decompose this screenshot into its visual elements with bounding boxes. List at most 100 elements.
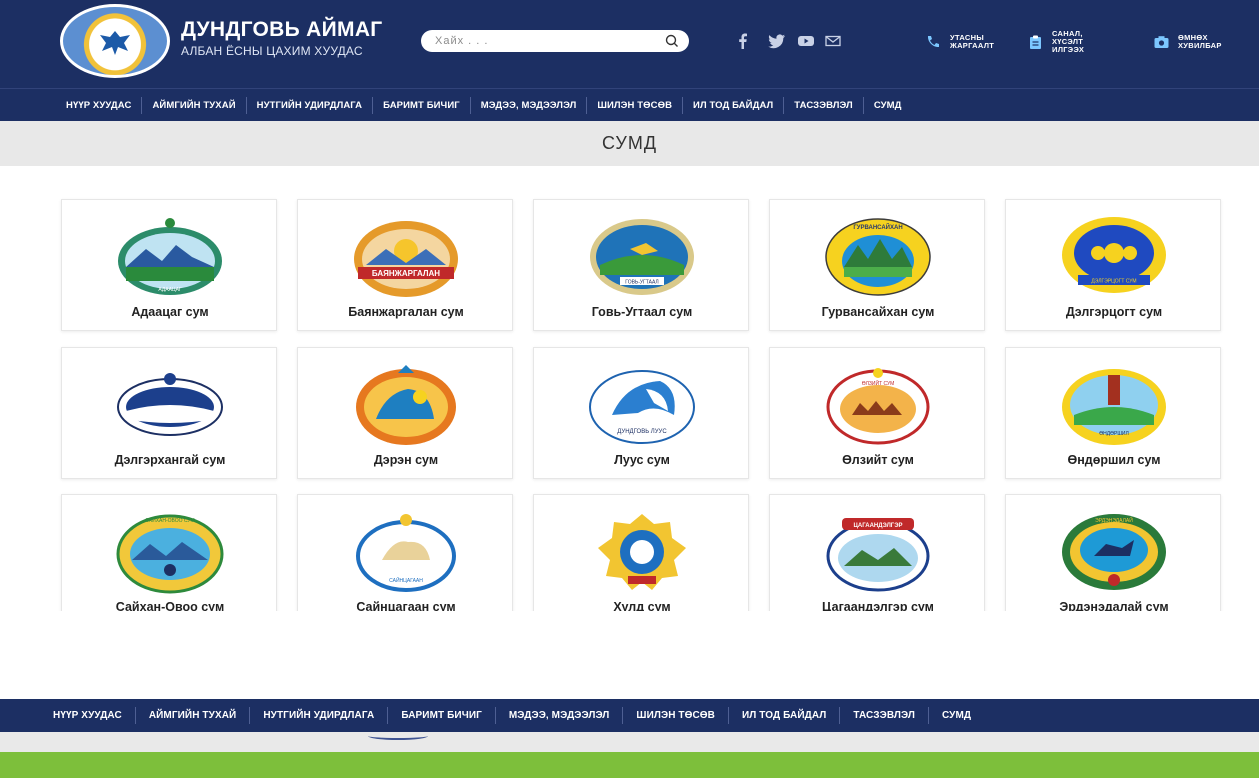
nav-item-glass-budget[interactable]: ШИЛЭН ТӨСӨВ — [587, 96, 684, 114]
sum-name: Дэлгэрхангай сум — [114, 453, 226, 467]
footer-nav-item-local-government[interactable]: НУТГИЙН УДИРДЛАГА — [250, 707, 389, 724]
footer-nav-item-news[interactable]: МЭДЭЭ, МЭДЭЭЛЭЛ — [496, 707, 624, 724]
khuld-emblem-icon — [598, 514, 686, 590]
delgertsogt-emblem-icon: ДЭЛГЭРЦОГТ СУМ — [1062, 217, 1166, 293]
erdenedalai-emblem-text: ЭРДЭНЭДАЛАЙ — [1095, 516, 1133, 524]
previous-version-link[interactable]: ӨМНӨХ ХУВИЛБАР — [1153, 27, 1226, 57]
footer-nav-item-transparency[interactable]: ИЛ ТОД БАЙДАЛ — [729, 707, 841, 724]
site-title: ДУНДГОВЬ АЙМАГ — [181, 18, 383, 41]
sum-card-erdenedalai[interactable]: ЭРДЭНЭДАЛАЙ Эрдэнэдалай сум — [1005, 494, 1221, 611]
mail-icon[interactable] — [825, 33, 841, 49]
sum-name: Хулд сум — [613, 600, 671, 611]
page: ДУНДГОВЬ АЙМАГ АЛБАН ЁСНЫ ЦАХИМ ХУУДАС У… — [0, 0, 1259, 778]
phone-link[interactable]: УТАСНЫ ЖАРГААЛТ — [925, 27, 1010, 57]
sum-name: Эрдэнэдалай сум — [1059, 600, 1169, 611]
govi-ugtaal-emblem-icon: ГОВЬ-УГТААЛ — [590, 219, 694, 295]
site-subtitle: АЛБАН ЁСНЫ ЦАХИМ ХУУДАС — [181, 44, 363, 58]
olziit-emblem-text: ӨЛЗИЙТ СУМ — [862, 379, 895, 387]
nav-item-announcements[interactable]: ТАСЗЭВЛЭЛ — [784, 96, 864, 114]
delgerkhangai-emblem-icon — [117, 373, 223, 436]
nav-item-local-government[interactable]: НУТГИЙН УДИРДЛАГА — [247, 96, 374, 114]
sum-card-saikhan-ovoo[interactable]: САЙХАН-ОВОО СУМ Сайхан-Овоо сум — [61, 494, 277, 611]
ondorshil-emblem-icon: ӨНДӨРШИЛ — [1062, 369, 1166, 445]
footer-nav-item-about[interactable]: АЙМГИЙН ТУХАЙ — [136, 707, 251, 724]
olziit-emblem-icon: ӨЛЗИЙТ СУМ — [826, 368, 930, 445]
deren-emblem-icon — [356, 365, 456, 445]
footer-nav-item-sums[interactable]: СУМД — [929, 707, 984, 724]
clipboard-icon — [1030, 35, 1041, 49]
sum-name: Луус сум — [614, 453, 670, 467]
sum-name: Өндөршил сум — [1067, 453, 1161, 467]
phone-icon — [927, 36, 939, 48]
ondorshil-emblem-text: ӨНДӨРШИЛ — [1099, 431, 1129, 437]
sum-card-deren[interactable]: Дэрэн сум — [297, 347, 513, 479]
saikhan-ovoo-emblem-text: САЙХАН-ОВОО СУМ — [145, 516, 194, 524]
twitter-icon[interactable] — [768, 33, 786, 49]
feedback-link[interactable]: САНАЛ, ХҮСЭЛТ ИЛГЭЭХ — [1027, 27, 1112, 57]
sum-card-govi-ugtaal[interactable]: ГОВЬ-УГТААЛ Говь-Угтаал сум — [533, 199, 749, 331]
search-input[interactable] — [435, 33, 655, 49]
sum-card-delgertsogt[interactable]: ДЭЛГЭРЦОГТ СУМ Дэлгэрцогт сум — [1005, 199, 1221, 331]
footer-gray-band — [0, 732, 1259, 752]
youtube-icon[interactable] — [797, 33, 815, 49]
footer-green-band — [0, 752, 1259, 778]
camera-icon — [1154, 36, 1169, 48]
sum-name: Говь-Угтаал сум — [591, 305, 693, 319]
facebook-icon[interactable] — [738, 33, 747, 49]
sum-card-tsagaandelger[interactable]: ЦАГААНДЭЛГЭР Цагаандэлгэр сум — [769, 494, 985, 611]
sum-grid: АДААЦАГ Адаацаг сум БАЯНЖАРГАЛАН Баянжар… — [0, 166, 1259, 611]
search-box — [421, 30, 689, 52]
site-header: ДУНДГОВЬ АЙМАГ АЛБАН ЁСНЫ ЦАХИМ ХУУДАС У… — [0, 0, 1259, 88]
sum-name: Гурвансайхан сум — [821, 305, 935, 319]
govi-ugtaal-emblem-text: ГОВЬ-УГТААЛ — [625, 280, 658, 286]
nav-item-transparency[interactable]: ИЛ ТОД БАЙДАЛ — [683, 96, 785, 114]
sum-name: Цагаандэлгэр сум — [822, 600, 934, 611]
luus-emblem-icon: ДУНДГОВЬ ЛУУС — [589, 370, 695, 444]
sum-name: Сайхан-Овоо сум — [115, 600, 225, 611]
search-icon[interactable] — [665, 34, 679, 48]
sum-card-gurvansaikhan[interactable]: ГУРВАНСАЙХАН Гурвансайхан сум — [769, 199, 985, 331]
sum-card-delgerkhangai[interactable]: Дэлгэрхангай сум — [61, 347, 277, 479]
nav-item-documents[interactable]: БАРИМТ БИЧИГ — [373, 96, 471, 114]
footer-nav-item-announcements[interactable]: ТАСЗЭВЛЭЛ — [840, 707, 929, 724]
sum-card-bayanjargalan[interactable]: БАЯНЖАРГАЛАН Баянжаргалан сум — [297, 199, 513, 331]
phone-link-label: УТАСНЫ ЖАРГААЛТ — [950, 33, 995, 50]
footer-nav-item-home[interactable]: НҮҮР ХУУДАС — [40, 707, 136, 724]
tsagaandelger-emblem-icon: ЦАГААНДЭЛГЭР — [826, 518, 930, 592]
aimag-logo[interactable] — [60, 4, 170, 78]
nav-item-news[interactable]: МЭДЭЭ, МЭДЭЭЛЭЛ — [471, 96, 588, 114]
footer-nav-item-glass-budget[interactable]: ШИЛЭН ТӨСӨВ — [623, 707, 729, 724]
sum-name: Дэрэн сум — [373, 453, 439, 467]
nav-item-sums[interactable]: СУМД — [864, 97, 912, 114]
sum-card-adaatsag[interactable]: АДААЦАГ Адаацаг сум — [61, 199, 277, 331]
feedback-link-label: САНАЛ, ХҮСЭЛТ ИЛГЭЭХ — [1052, 29, 1085, 54]
footer-nav: НҮҮР ХУУДАС АЙМГИЙН ТУХАЙ НУТГИЙН УДИРДЛ… — [0, 699, 1259, 732]
sum-card-olziit[interactable]: ӨЛЗИЙТ СУМ Өлзийт сум — [769, 347, 985, 479]
sum-card-khuld[interactable]: Хулд сум — [533, 494, 749, 611]
footer-nav-item-documents[interactable]: БАРИМТ БИЧИГ — [388, 707, 496, 724]
main-nav: НҮҮР ХУУДАС АЙМГИЙН ТУХАЙ НУТГИЙН УДИРДЛ… — [0, 88, 1259, 121]
tsagaandelger-emblem-text: ЦАГААНДЭЛГЭР — [854, 523, 903, 529]
nav-item-home[interactable]: НҮҮР ХУУДАС — [56, 96, 143, 114]
sum-name: Баянжаргалан сум — [348, 305, 464, 319]
saintsagaan-emblem-text: САЙНЦАГААН — [389, 576, 423, 584]
delgertsogt-emblem-text: ДЭЛГЭРЦОГТ СУМ — [1091, 279, 1136, 285]
gurvansaikhan-emblem-text: ГУРВАНСАЙХАН — [853, 223, 902, 231]
saikhan-ovoo-emblem-icon: САЙХАН-ОВОО СУМ — [116, 514, 224, 594]
luus-emblem-text: ДУНДГОВЬ ЛУУС — [617, 429, 667, 435]
sum-card-saintsagaan[interactable]: САЙНЦАГААН Сайнцагаан сум — [297, 494, 513, 611]
gurvansaikhan-emblem-icon: ГУРВАНСАЙХАН — [825, 218, 931, 296]
footer-arc-decoration — [368, 732, 428, 740]
sum-card-ondorshil[interactable]: ӨНДӨРШИЛ Өндөршил сум — [1005, 347, 1221, 479]
sum-name: Дэлгэрцогт сум — [1065, 305, 1163, 319]
saintsagaan-emblem-icon: САЙНЦАГААН — [356, 514, 456, 592]
nav-item-about[interactable]: АЙМГИЙН ТУХАЙ — [142, 96, 247, 114]
title-band: СУМД — [0, 121, 1259, 166]
page-title: СУМД — [601, 133, 658, 153]
erdenedalai-emblem-icon: ЭРДЭНЭДАЛАЙ — [1062, 514, 1166, 590]
bayanjargalan-emblem-icon: БАЯНЖАРГАЛАН — [354, 221, 458, 297]
sum-name: Өлзийт сум — [842, 453, 914, 467]
sum-card-luus[interactable]: ДУНДГОВЬ ЛУУС Луус сум — [533, 347, 749, 479]
eagle-emblem-icon — [100, 31, 130, 55]
adaatsag-emblem-icon: АДААЦАГ — [118, 218, 222, 295]
